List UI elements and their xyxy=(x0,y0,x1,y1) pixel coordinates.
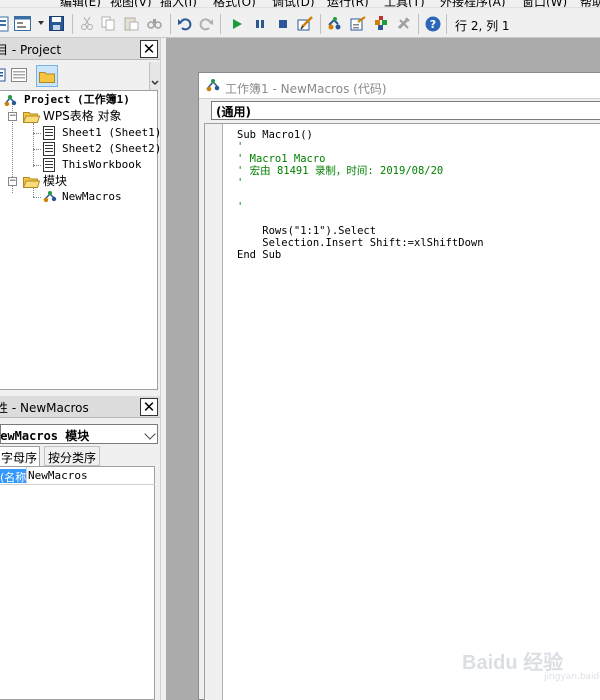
project-toolbar-scroll[interactable] xyxy=(149,62,160,90)
code-line[interactable]: ' 宏由 81491 录制，时间: 2019/08/20 xyxy=(237,165,443,177)
menu-insert[interactable]: 插入(I) xyxy=(160,0,197,7)
find-icon[interactable] xyxy=(146,15,163,32)
collapse-objects-icon[interactable]: − xyxy=(8,112,17,121)
reset-icon[interactable] xyxy=(274,15,291,32)
menu-view[interactable]: 视图(V) xyxy=(110,0,152,7)
project-pane-toolbar xyxy=(0,62,160,90)
margin-indicator-bar[interactable] xyxy=(205,124,223,700)
properties-window-icon[interactable] xyxy=(349,15,366,32)
code-editor[interactable]: Sub Macro1() ' ' Macro1 Macro ' 宏由 81491 录制… xyxy=(204,123,600,700)
properties-grid: (名称) NewMacros xyxy=(0,466,155,700)
project-tree: Project (工作簿1) − WPS表格 对象 Sheet1 (Sheet1… xyxy=(0,90,161,390)
property-name-key[interactable]: (名称) xyxy=(0,469,26,483)
watermark-logo: Baidu 经验 jingyan.baidu.com xyxy=(462,636,600,692)
break-icon[interactable] xyxy=(251,15,268,32)
project-pane-title-text: Project xyxy=(19,43,62,57)
view-code-icon[interactable] xyxy=(0,68,6,85)
folder-open-icon xyxy=(22,175,41,191)
toolbox-icon[interactable] xyxy=(395,15,412,32)
object-combo-value: NewMacros 模块 xyxy=(0,429,90,443)
project-explorer-icon[interactable] xyxy=(326,15,343,32)
tree-item-thisworkbook[interactable]: ThisWorkbook xyxy=(62,158,141,172)
menu-addins[interactable]: 外接程序(A) xyxy=(440,0,506,7)
tree-item-sheet1[interactable]: Sheet1 (Sheet1) xyxy=(62,126,161,140)
workbook-icon xyxy=(43,158,55,175)
redo-icon[interactable] xyxy=(198,15,215,32)
view-workbook-icon[interactable] xyxy=(0,15,11,32)
folder-open-icon xyxy=(22,110,41,126)
menu-window[interactable]: 窗口(W) xyxy=(522,0,567,7)
tab-alphabetic[interactable]: 字母序 xyxy=(0,446,40,466)
menu-edit[interactable]: 编辑(E) xyxy=(60,0,101,7)
properties-pane-title-text: NewMacros xyxy=(19,401,89,415)
worksheet-icon xyxy=(43,126,55,143)
cursor-position: 行 2, 列 1 xyxy=(455,19,510,33)
menu-format[interactable]: 格式(O) xyxy=(213,0,256,7)
chevron-down-icon xyxy=(144,428,156,440)
view-object-icon[interactable] xyxy=(11,68,27,85)
code-line[interactable]: End Sub xyxy=(237,249,281,261)
project-pane-title: 目 - Project ✕ xyxy=(0,38,160,60)
close-icon[interactable]: ✕ xyxy=(140,398,158,416)
undo-icon[interactable] xyxy=(176,15,193,32)
watermark-text: Baidu 经验 xyxy=(462,652,564,674)
code-line[interactable]: Selection.Insert Shift:=xlShiftDown xyxy=(237,237,483,249)
tree-group-objects[interactable]: WPS表格 对象 xyxy=(43,109,122,123)
code-line[interactable]: ' xyxy=(237,201,243,213)
save-icon[interactable] xyxy=(48,15,65,32)
code-window-titlebar[interactable]: 工作簿1 - NewMacros (代码) xyxy=(199,73,600,99)
cut-icon[interactable] xyxy=(78,15,95,32)
run-icon[interactable] xyxy=(228,15,245,32)
tree-group-modules[interactable]: 模块 xyxy=(43,174,67,188)
svg-text:?: ? xyxy=(429,18,435,31)
object-list-combo[interactable]: (通用) xyxy=(211,101,600,120)
menu-debug[interactable]: 调试(D) xyxy=(272,0,315,7)
collapse-modules-icon[interactable]: − xyxy=(8,177,17,186)
menu-tools[interactable]: 工具(T) xyxy=(384,0,425,7)
insert-dropdown-arrow-icon[interactable] xyxy=(38,21,44,25)
help-icon[interactable]: ? xyxy=(424,15,441,32)
tree-item-sheet2[interactable]: Sheet2 (Sheet2) xyxy=(62,142,161,156)
insert-userform-icon[interactable] xyxy=(14,15,31,32)
vba-project-icon xyxy=(4,94,18,110)
object-combo[interactable]: NewMacros 模块 xyxy=(0,424,158,444)
tree-project-root[interactable]: Project (工作簿1) xyxy=(24,93,130,107)
close-icon[interactable]: ✕ xyxy=(140,40,158,58)
code-window: 工作簿1 - NewMacros (代码) (通用) Sub Macro1() '… xyxy=(198,72,600,700)
watermark-sub: jingyan.baidu.com xyxy=(544,672,600,682)
module-icon xyxy=(42,190,59,206)
toggle-folders-icon[interactable] xyxy=(36,65,58,87)
code-line[interactable]: Sub Macro1() xyxy=(237,129,313,141)
code-line[interactable]: ' xyxy=(237,177,243,189)
menu-bar: 编辑(E) 视图(V) 插入(I) 格式(O) 调试(D) 运行(R) 工具(T… xyxy=(0,0,600,8)
properties-tabs: 字母序 按分类序 xyxy=(0,446,160,466)
code-line[interactable]: ' xyxy=(237,141,243,153)
code-line[interactable]: ' Macro1 Macro xyxy=(237,153,326,165)
design-mode-icon[interactable] xyxy=(297,15,314,32)
worksheet-icon xyxy=(43,142,55,159)
copy-icon[interactable] xyxy=(100,15,117,32)
code-line[interactable]: Rows("1:1").Select xyxy=(237,225,376,237)
tab-categorized[interactable]: 按分类序 xyxy=(44,446,100,466)
property-name-value[interactable]: NewMacros xyxy=(28,469,88,482)
paste-icon[interactable] xyxy=(123,15,140,32)
properties-pane-title: 性 - NewMacros ✕ xyxy=(0,396,160,418)
menu-help[interactable]: 帮助 xyxy=(580,0,600,7)
code-window-title: 工作簿1 - NewMacros (代码) xyxy=(225,82,387,96)
menu-run[interactable]: 运行(R) xyxy=(327,0,369,7)
object-browser-icon[interactable] xyxy=(372,15,389,32)
module-icon xyxy=(205,78,222,95)
standard-toolbar: ? 行 2, 列 1 xyxy=(0,8,600,38)
tree-item-newmacros[interactable]: NewMacros xyxy=(62,190,122,204)
